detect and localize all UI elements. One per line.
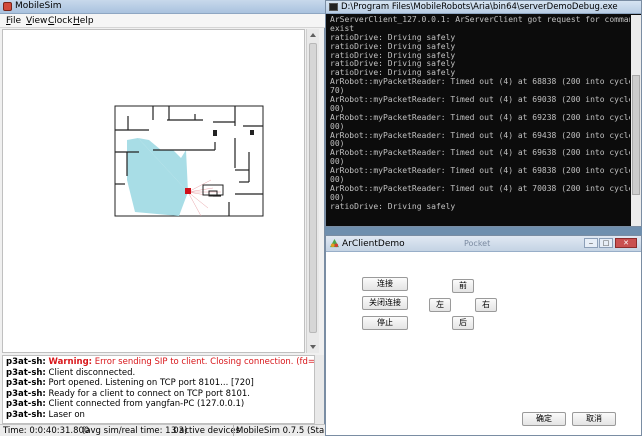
console-title: D:\Program Files\MobileRobots\Aria\bin64… xyxy=(341,2,618,12)
mobilesim-window: MobileSim File View Clock Help p3at-sh: … xyxy=(0,0,325,436)
console-line: ArRobot::myPacketReader: Timed out (4) a… xyxy=(330,95,630,105)
log-scrollbar[interactable] xyxy=(315,355,324,424)
close-icon[interactable]: ✕ xyxy=(615,238,637,248)
log-source: p3at-sh: xyxy=(6,388,46,399)
log-message: Error sending SIP to client. Closing con… xyxy=(94,357,315,367)
log-row: p3at-sh: Ready for a client to connect o… xyxy=(6,389,311,400)
log-source: p3at-sh: xyxy=(6,399,46,409)
log-row: p3at-sh: Client connected from yangfan-P… xyxy=(6,399,311,410)
log-source: p3at-sh: xyxy=(6,409,46,420)
status-bar: Time: 0:0:40:31.800 (avg sim/real time: … xyxy=(0,424,325,436)
forward-button[interactable]: 前 xyxy=(452,279,474,293)
map-vertical-scrollbar[interactable] xyxy=(306,29,319,353)
menu-view[interactable]: View xyxy=(26,16,47,26)
log-message: Port opened. Listening on TCP port 8101.… xyxy=(45,378,254,388)
log-row: p3at-sh: Laser on xyxy=(6,410,311,421)
status-time: Time: 0:0:40:31.800 xyxy=(3,426,90,436)
log-message: Client disconnected. xyxy=(45,367,136,378)
scroll-thumb[interactable] xyxy=(309,43,317,333)
simulation-map xyxy=(114,105,264,217)
arclientdemo-window: ArClientDemo Pocket ‒ □ ✕ 连接 关闭连接 停止 前 左… xyxy=(325,235,642,436)
robot-marker[interactable] xyxy=(185,188,191,194)
log-source: p3at-sh: xyxy=(6,357,46,367)
log-source: p3at-sh: xyxy=(6,378,46,388)
map-obstacle xyxy=(213,130,217,136)
back-button[interactable]: 后 xyxy=(452,316,474,330)
log-row: p3at-sh: Port opened. Listening on TCP p… xyxy=(6,378,311,389)
scroll-down-icon[interactable] xyxy=(310,345,316,349)
console-line: ArServerClient_127.0.0.1: ArServerClient… xyxy=(330,15,630,24)
console-line: ArRobot::myPacketReader: Timed out (4) a… xyxy=(330,183,630,193)
console-window: D:\Program Files\MobileRobots\Aria\bin64… xyxy=(325,0,642,227)
console-line: ArRobot::myPacketReader: Timed out (4) a… xyxy=(330,112,630,122)
left-button[interactable]: 左 xyxy=(429,298,451,312)
maximize-icon[interactable]: □ xyxy=(599,238,613,248)
log-message: Ready for a client to connect on TCP por… xyxy=(45,388,251,399)
log-warning-label: Warning: xyxy=(48,357,93,367)
menu-help[interactable]: Help xyxy=(73,16,94,26)
status-version: MobileSim 0.7.5 (Sta... xyxy=(236,426,325,436)
console-line: ArRobot::myPacketReader: Timed out (4) a… xyxy=(330,148,630,158)
connect-button[interactable]: 连接 xyxy=(362,277,408,291)
log-message: Client connected from yangfan-PC (127.0.… xyxy=(45,399,245,409)
mobilesim-menubar: File View Clock Help xyxy=(0,14,325,28)
ok-button[interactable]: 确定 xyxy=(522,412,566,426)
right-button[interactable]: 右 xyxy=(475,298,497,312)
status-devices: 3 active devices xyxy=(171,426,240,436)
stop-button[interactable]: 停止 xyxy=(362,316,408,330)
minimize-icon[interactable]: ‒ xyxy=(584,238,598,248)
log-row: p3at-sh: Warning: Error sending SIP to c… xyxy=(6,357,314,368)
console-scrollbar[interactable] xyxy=(631,15,641,226)
arclient-titlebar[interactable]: ArClientDemo Pocket ‒ □ ✕ xyxy=(326,236,641,252)
arclient-ghost-title: Pocket xyxy=(464,239,491,248)
menu-file[interactable]: File xyxy=(6,16,21,26)
console-app-icon xyxy=(329,3,338,11)
console-scroll-thumb[interactable] xyxy=(632,75,640,195)
disconnect-button[interactable]: 关闭连接 xyxy=(362,296,408,310)
qt-app-icon xyxy=(330,239,339,248)
console-line: ArRobot::myPacketReader: Timed out (4) a… xyxy=(330,77,630,87)
mobilesim-titlebar[interactable]: MobileSim xyxy=(0,0,325,14)
console-line: ArRobot::myPacketReader: Timed out (4) a… xyxy=(330,130,630,140)
map-obstacle-2 xyxy=(250,130,254,135)
scroll-up-icon[interactable] xyxy=(310,33,316,37)
log-row: p3at-sh: Client disconnected. xyxy=(6,368,311,379)
message-log: p3at-sh: Warning: Error sending SIP to c… xyxy=(2,355,315,424)
mobilesim-app-icon xyxy=(3,2,12,11)
console-line: ratioDrive: Driving safely xyxy=(330,201,456,211)
menu-clock[interactable]: Clock xyxy=(48,16,72,26)
console-titlebar[interactable]: D:\Program Files\MobileRobots\Aria\bin64… xyxy=(326,1,641,14)
console-output: ArServerClient_127.0.0.1: ArServerClient… xyxy=(328,15,630,226)
arclient-title: ArClientDemo xyxy=(342,239,405,249)
log-message: Laser on xyxy=(45,409,85,420)
cancel-button[interactable]: 取消 xyxy=(572,412,616,426)
simulation-map-view[interactable] xyxy=(2,29,305,353)
console-line: ArRobot::myPacketReader: Timed out (4) a… xyxy=(330,166,630,176)
log-source: p3at-sh: xyxy=(6,367,46,378)
mobilesim-title: MobileSim xyxy=(15,1,62,11)
